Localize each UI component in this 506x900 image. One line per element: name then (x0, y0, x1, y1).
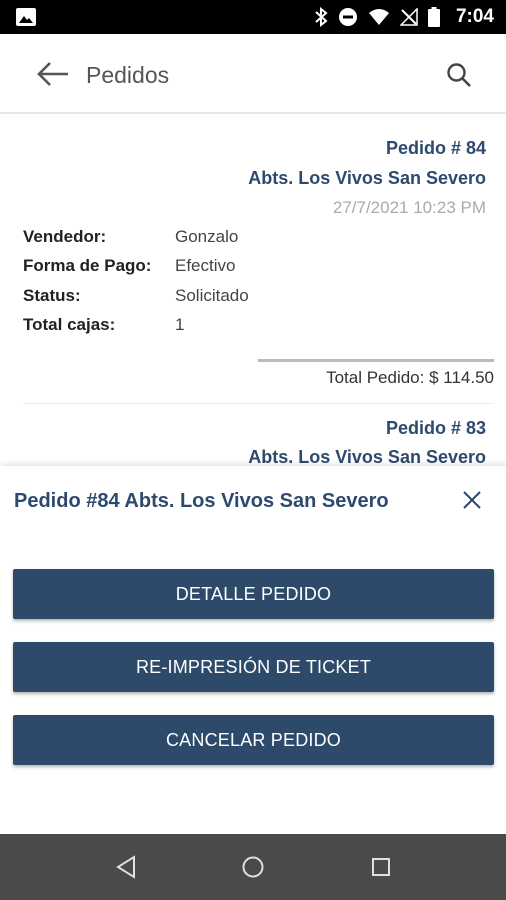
nav-recents-icon[interactable] (368, 854, 394, 880)
bluetooth-icon (315, 7, 328, 27)
reprint-ticket-button[interactable]: RE-IMPRESIÓN DE TICKET (13, 642, 494, 692)
order-date: 27/7/2021 10:23 PM (332, 198, 486, 217)
order-detail-button[interactable]: DETALLE PEDIDO (13, 569, 494, 619)
search-icon[interactable] (446, 62, 472, 88)
wifi-icon (368, 9, 389, 25)
status-bar: 7:04 (0, 0, 506, 34)
nav-home-icon[interactable] (240, 854, 266, 880)
payment-label: Forma de Pago: (23, 256, 152, 275)
cancel-order-button[interactable]: CANCELAR PEDIDO (13, 715, 494, 765)
image-icon (16, 8, 36, 26)
close-icon[interactable] (460, 488, 484, 512)
page-title: Pedidos (86, 62, 170, 88)
system-nav-bar (0, 834, 506, 900)
nav-back-icon[interactable] (114, 854, 140, 880)
payment-value: Efectivo (175, 256, 236, 275)
total-divider (258, 359, 494, 362)
app-bar: Pedidos (0, 34, 506, 114)
boxes-label: Total cajas: (23, 315, 116, 334)
order-card[interactable]: Pedido # 83 Abts. Los Vivos San Severo (0, 404, 506, 466)
order-client: Abts. Los Vivos San Severo (248, 447, 486, 466)
arrow-left-icon[interactable] (36, 61, 70, 87)
boxes-value: 1 (175, 315, 185, 334)
sheet-title: Pedido #84 Abts. Los Vivos San Severo (14, 490, 389, 512)
status-label: Status: (23, 286, 81, 305)
order-card[interactable]: Pedido # 84 Abts. Los Vivos San Severo 2… (0, 116, 506, 402)
order-client: Abts. Los Vivos San Severo (248, 168, 486, 188)
status-value: Solicitado (175, 286, 249, 305)
order-number: Pedido # 84 (385, 138, 486, 158)
battery-icon (427, 7, 440, 27)
status-time: 7:04 (455, 6, 494, 27)
order-total: Total Pedido: $ 114.50 (326, 368, 494, 387)
vendor-value: Gonzalo (175, 227, 239, 246)
no-signal-icon (399, 8, 418, 26)
do-not-disturb-icon (338, 8, 357, 26)
order-number: Pedido # 83 (385, 418, 486, 438)
vendor-label: Vendedor: (23, 227, 107, 246)
order-actions-sheet: Pedido #84 Abts. Los Vivos San Severo DE… (0, 466, 506, 834)
